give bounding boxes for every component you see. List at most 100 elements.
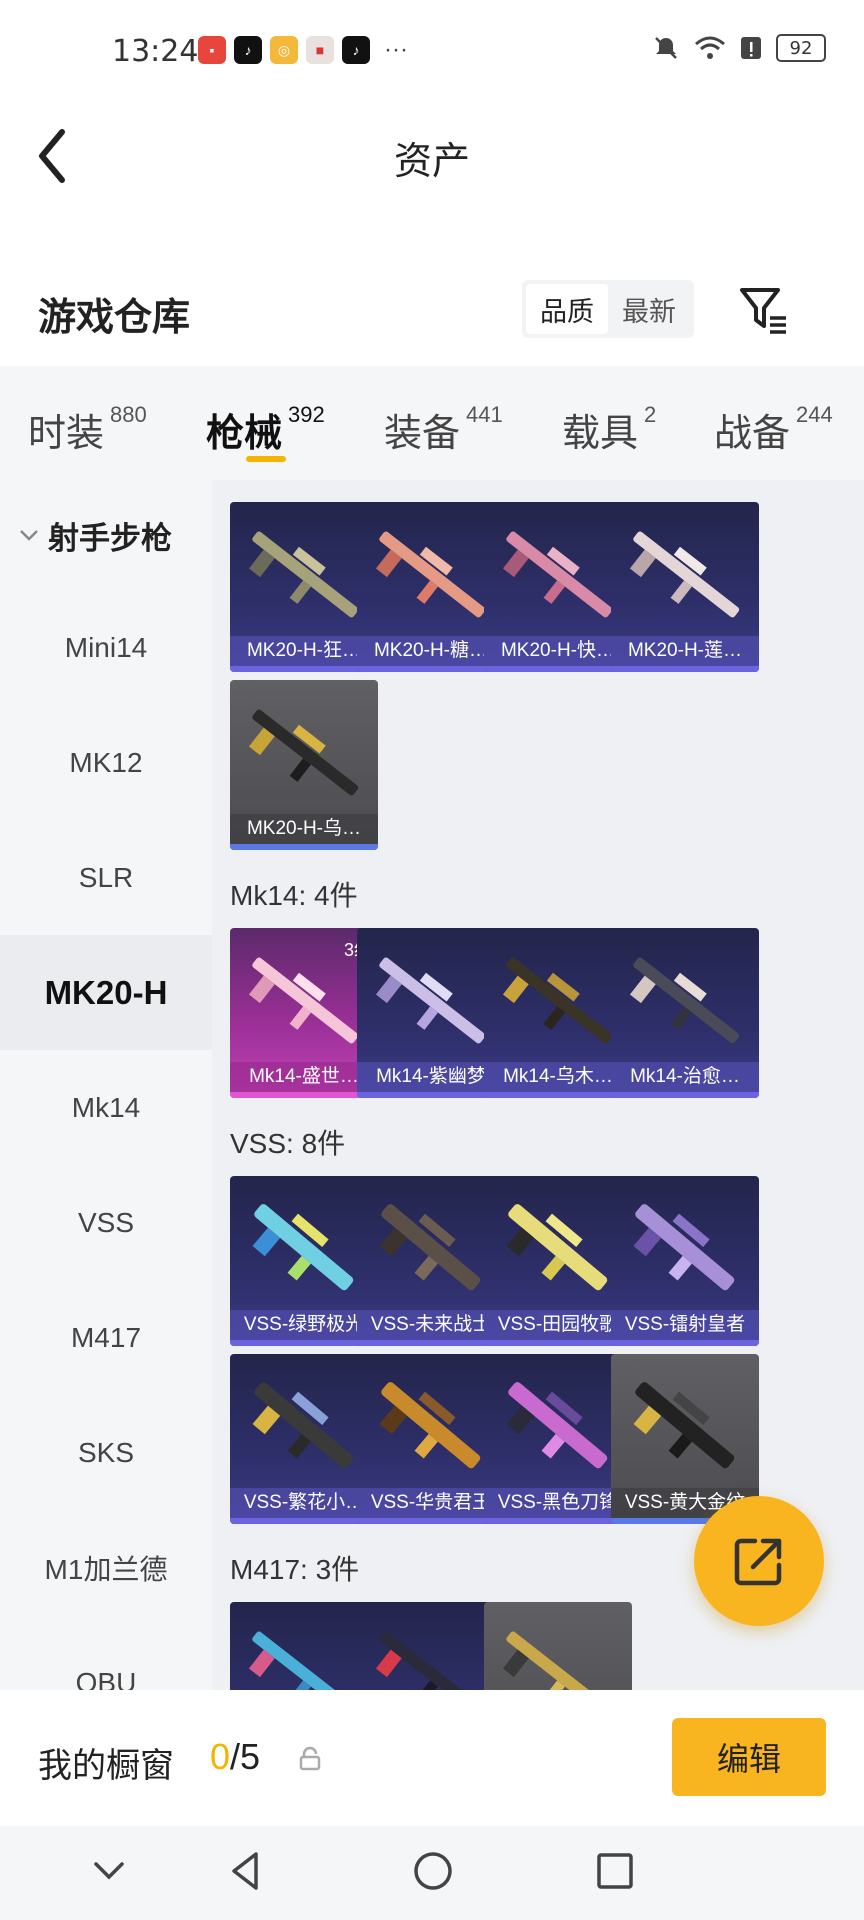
rifle-icon [502, 1631, 613, 1690]
tab-gear[interactable]: 战备 244 [714, 402, 833, 457]
weapon-card[interactable]: MK20-H-莲… [611, 502, 759, 672]
card-label: Mk14-紫幽梦 [357, 1062, 505, 1092]
weapon-card[interactable]: MK20-H-狂… [230, 502, 378, 672]
rifle-icon [248, 957, 359, 1044]
rarity-bar [357, 1092, 505, 1098]
tab-label: 载具 [562, 413, 639, 455]
rifle-icon [379, 1382, 481, 1469]
tab-label: 枪械 [206, 413, 283, 455]
weapon-card[interactable]: Mk14-紫幽梦 [357, 928, 505, 1098]
share-button[interactable] [694, 1496, 824, 1626]
rarity-bar [230, 1518, 378, 1524]
weapon-card[interactable]: VSS-黑色刀锋 [484, 1354, 632, 1524]
tab-vehicles[interactable]: 载具 2 [562, 402, 656, 457]
rifle-icon [633, 1204, 735, 1291]
weapon-card[interactable]: Mk14-乌木… [484, 928, 632, 1098]
rifle-icon [375, 531, 486, 618]
weapon-card[interactable] [357, 1602, 505, 1690]
card-label: VSS-华贵君王 [357, 1488, 505, 1518]
weapon-card[interactable]: VSS-田园牧歌 [484, 1176, 632, 1346]
weapon-card[interactable]: Mk14-治愈… [611, 928, 759, 1098]
rarity-bar [484, 1092, 632, 1098]
rifle-icon [502, 531, 613, 618]
weapon-card[interactable]: MK20-H-乌… [230, 680, 378, 850]
weapon-card[interactable]: MK20-H-糖… [357, 502, 505, 672]
chevron-down-icon[interactable] [84, 1846, 134, 1896]
weapon-card[interactable]: VSS-未来战士 [357, 1176, 505, 1346]
card-label: Mk14-乌木… [484, 1062, 632, 1092]
weapon-sidebar: 射手步枪 Mini14 MK12 SLR MK20-H Mk14 VSS M41… [0, 480, 212, 1690]
chevron-down-icon [20, 530, 38, 541]
card-label: VSS-繁花小… [230, 1488, 378, 1518]
card-label: VSS-未来战士 [357, 1310, 505, 1340]
showcase-count: 0/5 [210, 1736, 260, 1778]
rifle-icon [506, 1382, 608, 1469]
sort-quality-button[interactable]: 品质 [526, 284, 608, 334]
section-title-m417: M417: 3件 [230, 1554, 360, 1585]
rifle-icon [248, 1631, 359, 1690]
edit-button[interactable]: 编辑 [672, 1718, 826, 1796]
status-time: 13:24 [112, 34, 199, 69]
weapon-card[interactable]: VSS-黄大金纹 [611, 1354, 759, 1524]
rifle-icon [633, 1382, 735, 1469]
rifle-icon [629, 957, 740, 1044]
filter-icon[interactable] [738, 284, 790, 336]
weapon-card[interactable]: VSS-华贵君王 [357, 1354, 505, 1524]
card-label: MK20-H-糖… [357, 636, 505, 666]
weapon-card[interactable]: VSS-镭射皇者 [611, 1176, 759, 1346]
sidebar-group-label: 射手步枪 [48, 520, 172, 556]
sidebar-item-vss[interactable]: VSS [0, 1165, 212, 1280]
weapon-card[interactable]: MK20-H-快… [484, 502, 632, 672]
tab-count: 441 [466, 402, 503, 427]
sidebar-item-mk12[interactable]: MK12 [0, 705, 212, 820]
rarity-bar [357, 1340, 505, 1346]
tab-weapons[interactable]: 枪械 392 [206, 402, 325, 457]
sidebar-item-m1garand[interactable]: M1加兰德 [0, 1510, 212, 1625]
sidebar-item-m417[interactable]: M417 [0, 1280, 212, 1395]
notification-icons: ▪ ♪ ◎ ■ ♪ ··· [198, 36, 408, 64]
nav-recents-icon[interactable] [590, 1846, 640, 1896]
active-tab-indicator [246, 456, 286, 462]
rarity-bar [357, 666, 505, 672]
system-nav-bar [0, 1826, 864, 1920]
rarity-bar [484, 1340, 632, 1346]
sidebar-item-mini14[interactable]: Mini14 [0, 590, 212, 705]
weapon-card[interactable] [484, 1602, 632, 1690]
wifi-icon [695, 36, 725, 59]
rarity-bar [357, 1518, 505, 1524]
sidebar-item-mk14[interactable]: Mk14 [0, 1050, 212, 1165]
nav-back-icon[interactable] [222, 1846, 272, 1896]
rifle-icon [629, 531, 740, 618]
sidebar-item-slr[interactable]: SLR [0, 820, 212, 935]
sort-toggle: 品质 最新 [522, 280, 694, 338]
lock-icon [299, 1746, 321, 1771]
tab-equipment[interactable]: 装备 441 [384, 402, 503, 457]
tab-fashion[interactable]: 时装 880 [28, 402, 147, 457]
sidebar-item-qbu[interactable]: QBU [0, 1625, 212, 1691]
sidebar-item-sks[interactable]: SKS [0, 1395, 212, 1510]
card-label: MK20-H-莲… [611, 636, 759, 666]
weapon-card[interactable] [230, 1602, 378, 1690]
game-app-icon: ◎ [270, 36, 298, 64]
weapon-card[interactable]: VSS-绿野极光 [230, 1176, 378, 1346]
nav-home-icon[interactable] [408, 1846, 458, 1896]
warehouse-title: 游戏仓库 [38, 297, 191, 339]
rifle-icon [379, 1204, 481, 1291]
card-label: VSS-黑色刀锋 [484, 1488, 632, 1518]
card-label: VSS-绿野极光 [230, 1310, 378, 1340]
weapon-card[interactable]: VSS-繁花小… [230, 1354, 378, 1524]
rarity-bar [611, 666, 759, 672]
sidebar-group-marksman[interactable]: 射手步枪 [0, 480, 212, 590]
category-tabs: 时装 880 枪械 392 装备 441 载具 2 战备 244 [0, 366, 864, 480]
card-label: VSS-田园牧歌 [484, 1310, 632, 1340]
sidebar-item-mk20h[interactable]: MK20-H [0, 935, 212, 1050]
page-title: 资产 [393, 141, 470, 183]
gift-app-icon: ■ [306, 36, 334, 64]
tiktok-app-icon: ♪ [342, 36, 370, 64]
weapon-card[interactable]: 3级 Mk14-盛世… [230, 928, 378, 1098]
rifle-icon [506, 1204, 608, 1291]
sort-newest-button[interactable]: 最新 [608, 284, 690, 334]
rifle-icon [252, 1382, 354, 1469]
tab-label: 时装 [28, 413, 105, 455]
rarity-bar [484, 666, 632, 672]
